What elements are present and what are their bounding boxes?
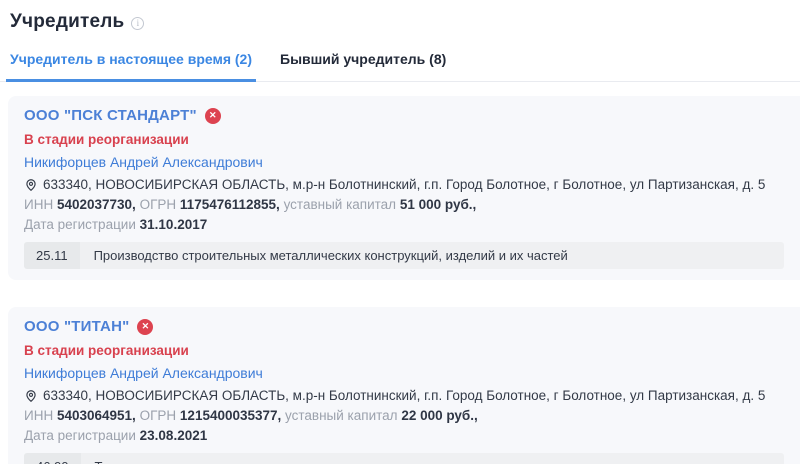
reorganization-status: В стадии реорганизации [24,343,784,358]
registration-date-label: Дата регистрации [24,217,136,232]
okved-code: 46.90 [24,453,81,464]
okved-code: 25.11 [24,242,80,269]
address-text: 633340, НОВОСИБИРСКАЯ ОБЛАСТЬ, м.р-н Бол… [43,177,765,192]
company-card: ООО "ПСК СТАНДАРТ" ✕ В стадии реорганиза… [8,96,800,280]
registration-date-row: Дата регистрации 23.08.2021 [24,427,784,445]
founder-section: Учредитель i Учредитель в настоящее врем… [0,0,800,464]
page-title: Учредитель [10,11,124,33]
tab-former-founder[interactable]: Бывший учредитель (8) [276,47,450,82]
okved-row: 46.90 Торговля оптовая неспециализирован… [24,453,784,464]
registration-date-row: Дата регистрации 31.10.2017 [24,216,784,234]
company-address: 633340, НОВОСИБИРСКАЯ ОБЛАСТЬ, м.р-н Бол… [24,177,784,192]
address-text: 633340, НОВОСИБИРСКАЯ ОБЛАСТЬ, м.р-н Бол… [43,388,765,403]
company-name-link[interactable]: ООО "ПСК СТАНДАРТ" [24,107,197,124]
registration-date-value: 23.08.2021 [140,428,208,443]
capital-value: 22 000 руб., [401,408,477,423]
okved-description: Торговля оптовая неспециализированная [81,453,784,464]
company-title-row: ООО "ТИТАН" ✕ [24,318,784,335]
company-requisites: ИНН 5402037730, ОГРН 1175476112855, уста… [24,196,784,214]
registration-date-value: 31.10.2017 [140,217,208,232]
ogrn-value: 1175476112855, [180,197,280,212]
okved-description: Производство строительных металлических … [80,242,784,269]
founder-person-link[interactable]: Никифорцев Андрей Александрович [24,154,784,170]
founder-person-link[interactable]: Никифорцев Андрей Александрович [24,365,784,381]
inn-value: 5402037730, [57,197,136,212]
location-pin-icon [24,389,38,403]
registration-date-label: Дата регистрации [24,428,136,443]
inn-label: ИНН [24,408,53,423]
section-header: Учредитель i [0,0,800,33]
company-title-row: ООО "ПСК СТАНДАРТ" ✕ [24,107,784,124]
inn-value: 5403064951, [57,408,136,423]
company-card: ООО "ТИТАН" ✕ В стадии реорганизации Ник… [8,307,800,464]
ogrn-label: ОГРН [140,197,177,212]
company-requisites: ИНН 5403064951, ОГРН 1215400035377, уста… [24,407,784,425]
liquidation-status-icon: ✕ [205,108,221,124]
info-icon[interactable]: i [131,17,144,30]
tab-current-founder[interactable]: Учредитель в настоящее время (2) [6,47,256,82]
company-address: 633340, НОВОСИБИРСКАЯ ОБЛАСТЬ, м.р-н Бол… [24,388,784,403]
liquidation-status-icon: ✕ [137,319,153,335]
reorganization-status: В стадии реорганизации [24,132,784,147]
location-pin-icon [24,178,38,192]
okved-row: 25.11 Производство строительных металлич… [24,242,784,269]
capital-value: 51 000 руб., [400,197,476,212]
ogrn-label: ОГРН [140,408,177,423]
company-name-link[interactable]: ООО "ТИТАН" [24,318,129,335]
founder-tabs: Учредитель в настоящее время (2) Бывший … [0,47,800,82]
ogrn-value: 1215400035377, [180,408,281,423]
capital-label: уставный капитал [285,408,398,423]
inn-label: ИНН [24,197,53,212]
capital-label: уставный капитал [284,197,397,212]
